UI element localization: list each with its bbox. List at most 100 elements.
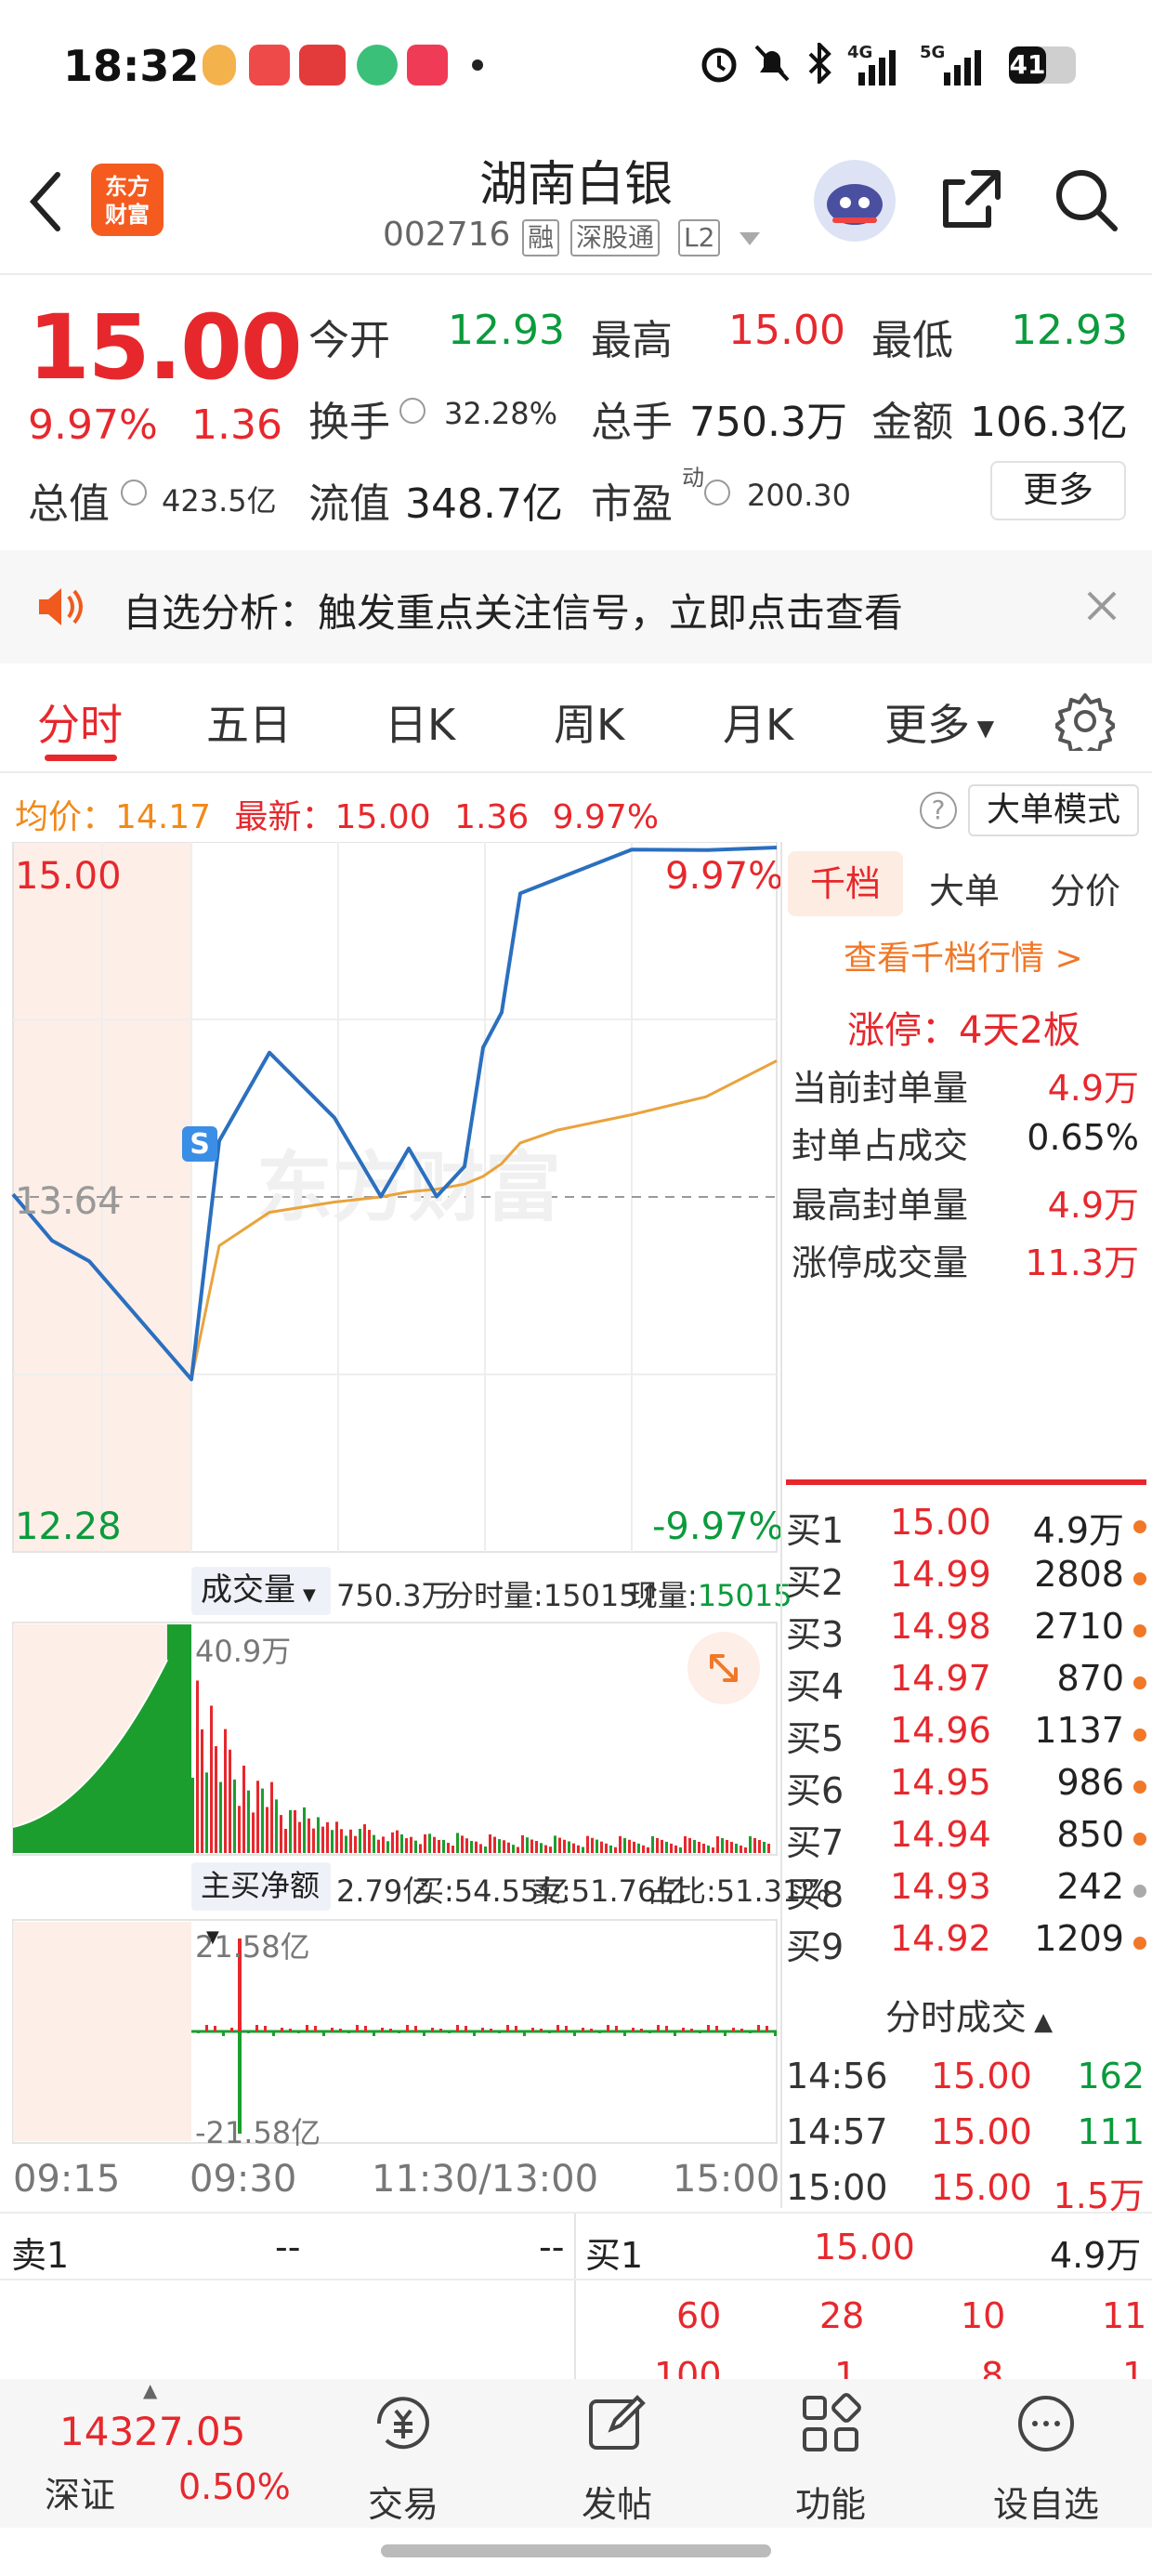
caret-down-icon: ▼ xyxy=(970,715,995,742)
settings-icon[interactable] xyxy=(1055,691,1115,751)
volume-bar xyxy=(284,1829,287,1853)
avg-label: 均价： xyxy=(15,798,116,836)
netbuy-bar xyxy=(431,2028,434,2031)
more-button[interactable]: 更多 xyxy=(990,461,1126,520)
search-icon[interactable] xyxy=(1050,164,1120,234)
home-indicator[interactable] xyxy=(381,2544,771,2557)
netbuy-bar xyxy=(197,2031,200,2033)
alarm-icon xyxy=(701,47,737,83)
help-icon[interactable]: ? xyxy=(920,792,957,829)
bid-level: 买9 xyxy=(786,1926,844,1967)
tick-header[interactable]: 分时成交 ▲ xyxy=(786,1989,1152,2044)
volume-bar xyxy=(442,1839,445,1853)
tick-time: 15:00 xyxy=(786,2167,888,2208)
netbuy-bar xyxy=(540,2029,543,2031)
sell1-volume: -- xyxy=(539,2227,565,2267)
clock: 18:32 xyxy=(63,41,200,91)
bid-row[interactable]: 买8 14.93 242 xyxy=(786,1866,1152,1918)
back-icon[interactable] xyxy=(26,169,63,234)
post-icon[interactable] xyxy=(583,2390,650,2457)
volume-max: 40.9万 xyxy=(195,1634,292,1669)
volume-bar xyxy=(530,1839,533,1853)
bid-volume: 2808 xyxy=(1034,1554,1124,1595)
bid-row[interactable]: 买2 14.99 2808 xyxy=(786,1554,1152,1606)
function-icon[interactable] xyxy=(797,2390,864,2457)
index-pct[interactable]: 0.50% xyxy=(178,2466,291,2507)
volume-bar xyxy=(317,1817,320,1853)
tab-intraday[interactable]: 分时 xyxy=(37,691,123,753)
depth-link[interactable]: 查看千档行情 > xyxy=(844,931,1083,979)
volume-bar xyxy=(716,1835,719,1853)
index-name[interactable]: 深证 xyxy=(45,2466,115,2517)
info-icon[interactable] xyxy=(121,480,147,506)
info-icon[interactable] xyxy=(399,398,425,424)
panel-row-value: 0.65% xyxy=(1027,1117,1139,1158)
netbuy-bar xyxy=(515,2026,517,2031)
app-logo[interactable]: 东方 财富 xyxy=(91,164,164,236)
bid-row[interactable]: 买3 14.98 2710 xyxy=(786,1606,1152,1658)
panel-tab-depth[interactable]: 千档 xyxy=(788,851,903,916)
bid-row[interactable]: 买9 14.92 1209 xyxy=(786,1918,1152,1970)
bid-volume: 1209 xyxy=(1034,1918,1124,1959)
turnover-value: 32.28% xyxy=(444,396,558,431)
volume-bar xyxy=(461,1835,464,1853)
netbuy-bar xyxy=(732,2028,735,2031)
netbuy-bar xyxy=(774,2031,777,2036)
tab-more[interactable]: 更多 ▼ xyxy=(884,691,994,753)
stock-code: 002716 xyxy=(383,216,511,254)
ai-assistant-avatar[interactable] xyxy=(814,160,896,242)
bid-row[interactable]: 买1 15.00 4.9万 xyxy=(786,1502,1152,1554)
nav-watchlist[interactable]: 设自选 xyxy=(972,2476,1120,2527)
add-watchlist-icon[interactable] xyxy=(1013,2390,1080,2457)
info-icon[interactable] xyxy=(704,480,730,506)
nav-post[interactable]: 发帖 xyxy=(543,2476,691,2527)
tab-daily-k[interactable]: 日K xyxy=(385,691,455,753)
bid-dot-icon xyxy=(1133,1624,1146,1637)
volume-bar xyxy=(261,1788,264,1853)
close-icon[interactable] xyxy=(1083,587,1120,624)
trade-icon[interactable] xyxy=(370,2390,437,2457)
netbuy-bar xyxy=(690,2029,693,2031)
volume-bar xyxy=(558,1837,561,1853)
netbuy-bar xyxy=(607,2025,609,2031)
volume-bar xyxy=(452,1846,454,1853)
volume-bar xyxy=(596,1839,598,1853)
tab-weekly-k[interactable]: 周K xyxy=(554,691,624,753)
tick-price: 15.00 xyxy=(931,2056,1032,2096)
netbuy-bar xyxy=(297,2031,300,2033)
volume-bar xyxy=(201,1728,203,1853)
volume-bar xyxy=(465,1838,468,1853)
netbuy-selector[interactable]: 主买净额▼ xyxy=(191,1862,331,1947)
high-label: 最高 xyxy=(591,317,673,364)
index-value[interactable]: 14327.05 xyxy=(59,2409,245,2454)
tab-more-label: 更多 xyxy=(884,700,970,750)
time-label: 09:30 xyxy=(190,2158,297,2201)
price-axis-top: 15.00 xyxy=(15,855,122,898)
bid-row[interactable]: 买4 14.97 870 xyxy=(786,1658,1152,1710)
panel-tab-price-dist[interactable]: 分价 xyxy=(1050,862,1120,913)
bid-row[interactable]: 买6 14.95 986 xyxy=(786,1762,1152,1814)
netbuy-bar xyxy=(481,2028,484,2031)
panel-tab-big-order[interactable]: 大单 xyxy=(929,862,1000,913)
tick-volume: 111 xyxy=(1077,2111,1145,2152)
tab-five-day[interactable]: 五日 xyxy=(206,691,292,753)
bid-row[interactable]: 买5 14.96 1137 xyxy=(786,1710,1152,1762)
volume-bar xyxy=(382,1836,385,1853)
volume-bar xyxy=(377,1839,380,1853)
volume-bar xyxy=(493,1836,496,1853)
notice-text[interactable]: 自选分析：触发重点关注信号，立即点击查看 xyxy=(123,582,903,638)
bid-row[interactable]: 买7 14.94 850 xyxy=(786,1814,1152,1866)
share-icon[interactable] xyxy=(936,164,1007,234)
xiaohongshu-icon xyxy=(407,45,448,85)
volume-bar xyxy=(191,1778,194,1853)
nav-function[interactable]: 功能 xyxy=(756,2476,905,2527)
expand-icon[interactable] xyxy=(687,1632,760,1704)
volume-selector[interactable]: 成交量 ▼ xyxy=(191,1567,331,1615)
tab-monthly-k[interactable]: 月K xyxy=(723,691,793,753)
caret-down-icon[interactable] xyxy=(738,230,762,247)
float-label: 流值 xyxy=(308,480,390,528)
nav-trade[interactable]: 交易 xyxy=(329,2476,478,2527)
change-amount: 1.36 xyxy=(191,401,282,449)
big-order-mode-button[interactable]: 大单模式 xyxy=(968,784,1139,836)
bid-price: 14.93 xyxy=(890,1866,991,1907)
